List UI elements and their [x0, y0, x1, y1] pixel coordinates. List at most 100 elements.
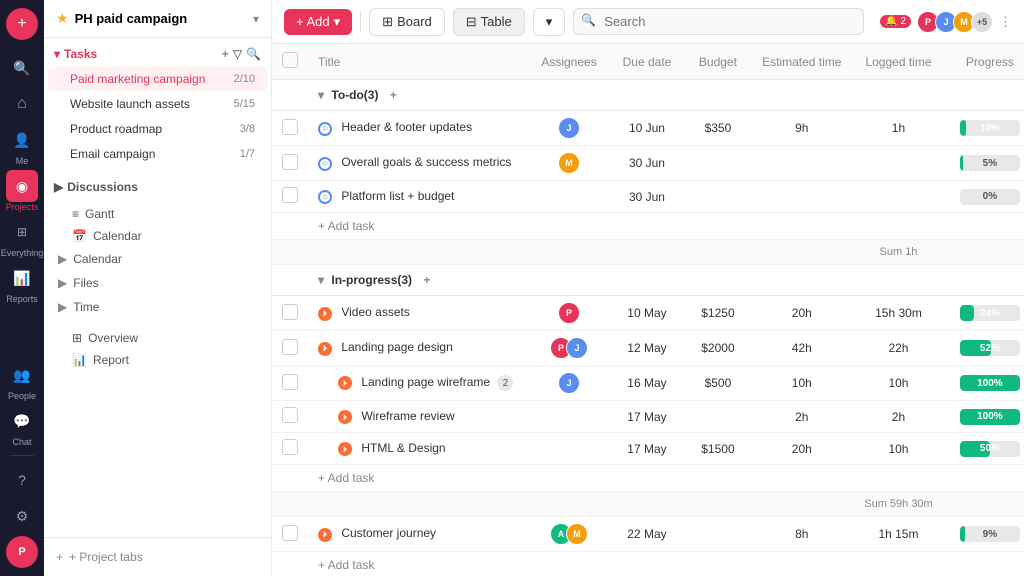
- nav-search[interactable]: 🔍: [6, 52, 38, 84]
- task-progress: 100%: [945, 401, 1024, 433]
- table-row: ⏵ Customer journey A M 22 May 8h 1h 15m: [272, 517, 1024, 552]
- todo-group-toggle[interactable]: ▾: [318, 88, 324, 102]
- task-title[interactable]: ⏵ Video assets: [308, 296, 528, 331]
- task-title[interactable]: ⏵ Wireframe review: [308, 401, 528, 433]
- sidebar-gantt[interactable]: ≡ Gantt: [44, 203, 271, 225]
- nav-everything[interactable]: ⊞ Everything: [1, 216, 44, 258]
- sidebar-overview[interactable]: ⊞ Overview: [44, 327, 271, 349]
- nav-home[interactable]: ⌂: [6, 88, 38, 120]
- task-title[interactable]: ○ Platform list + budget: [308, 181, 528, 213]
- row-checkbox[interactable]: [282, 187, 298, 203]
- inprogress-add-task-row[interactable]: + Add task: [272, 465, 1024, 492]
- avatar-more[interactable]: +5: [971, 11, 993, 33]
- inprogress-group-add[interactable]: +: [423, 273, 430, 287]
- nav-projects[interactable]: ◉ Projects: [6, 170, 39, 212]
- todo-icon: ○: [318, 190, 332, 204]
- notification-badge[interactable]: 🔔 2: [880, 15, 911, 28]
- overview-icon: ⊞: [72, 331, 82, 345]
- task-budget: [684, 181, 752, 213]
- inprogress-group-toggle[interactable]: ▾: [318, 273, 324, 287]
- task-budget: [684, 146, 752, 181]
- search-wrap: [573, 8, 864, 35]
- nav-chat[interactable]: 💬 Chat: [6, 405, 38, 447]
- sidebar-tasks-header[interactable]: ▾ Tasks + ▽ 🔍: [44, 42, 271, 66]
- sidebar-files[interactable]: ▶ Files: [44, 271, 271, 295]
- row-checkbox[interactable]: [282, 154, 298, 170]
- task-logged-time: 1h 15m: [852, 517, 946, 552]
- filter-icon[interactable]: ▽: [233, 47, 242, 61]
- add-project-tabs-button[interactable]: + + Project tabs: [56, 546, 259, 568]
- nav-people[interactable]: 👥 People: [6, 359, 38, 401]
- add-task-icon[interactable]: +: [222, 47, 229, 61]
- search-input[interactable]: [573, 8, 864, 35]
- sidebar-time[interactable]: ▶ Time: [44, 295, 271, 319]
- todo-group-add[interactable]: +: [390, 88, 397, 102]
- row-checkbox[interactable]: [282, 119, 298, 135]
- inprogress-group-label: In-progress(3): [331, 273, 412, 287]
- task-title[interactable]: ○ Header & footer updates: [308, 111, 528, 146]
- sidebar-item-product-roadmap[interactable]: Product roadmap 3/8: [48, 117, 267, 141]
- time-collapse-icon: ▶: [58, 300, 67, 314]
- sidebar-report[interactable]: 📊 Report: [44, 349, 271, 371]
- add-tabs-label: + Project tabs: [69, 550, 143, 564]
- inprogress-sum: Sum 59h 30m: [852, 492, 946, 517]
- board-icon: ⊞: [382, 14, 393, 30]
- board-view-button[interactable]: ⊞ Board: [369, 8, 445, 36]
- row-checkbox[interactable]: [282, 339, 298, 355]
- search-tasks-icon[interactable]: 🔍: [246, 47, 261, 61]
- top-bar: + Add ▾ ⊞ Board ⊟ Table ▾ 🔔 2 P J M +5 ⋮: [272, 0, 1024, 44]
- task-est-time: 9h: [752, 111, 852, 146]
- row-checkbox[interactable]: [282, 439, 298, 455]
- col-title: Title: [308, 44, 528, 80]
- inprogress-sum-row: Sum 59h 30m: [272, 492, 1024, 517]
- task-title[interactable]: ⏵ Landing page design: [308, 331, 528, 366]
- row-checkbox[interactable]: [282, 525, 298, 541]
- sidebar-item-email-campaign[interactable]: Email campaign 1/7: [48, 142, 267, 166]
- task-title[interactable]: ⏵ Customer journey: [308, 517, 528, 552]
- nav-avatar[interactable]: P: [6, 536, 38, 568]
- add-button[interactable]: + Add ▾: [284, 9, 352, 35]
- task-due-date: 30 Jun: [610, 146, 684, 181]
- sidebar-item-website-launch[interactable]: Website launch assets 5/15: [48, 92, 267, 116]
- table-row: ⏵ Landing page design P J 12 May $2000 4…: [272, 331, 1024, 366]
- sidebar-discussions-header[interactable]: ▶ Discussions: [44, 175, 271, 199]
- gantt-label: Gantt: [85, 207, 114, 221]
- tasks-actions: + ▽ 🔍: [222, 47, 261, 61]
- add-tabs-icon: +: [56, 550, 63, 564]
- nav-help[interactable]: ?: [6, 464, 38, 496]
- col-assignees: Assignees: [528, 44, 610, 80]
- report-label: Report: [93, 353, 129, 367]
- nav-reports[interactable]: 📊 Reports: [6, 262, 38, 304]
- sidebar-notes[interactable]: ▶ Calendar: [44, 247, 271, 271]
- sidebar-project-header[interactable]: ★ PH paid campaign ▾: [44, 0, 271, 38]
- group-inprogress: ▾ In-progress(3) +: [272, 265, 1024, 296]
- task-title[interactable]: ⏵ HTML & Design: [308, 433, 528, 465]
- files-label: Files: [73, 276, 98, 290]
- customer-journey-add-task-row[interactable]: + Add task: [272, 552, 1024, 576]
- col-due-date: Due date: [610, 44, 684, 80]
- row-checkbox[interactable]: [282, 374, 298, 390]
- todo-add-task-row[interactable]: + Add task: [272, 213, 1024, 240]
- sidebar-calendar[interactable]: 📅 Calendar: [44, 225, 271, 247]
- chevron-down-icon: ▾: [253, 12, 259, 26]
- task-title[interactable]: ⏵ Landing page wireframe 2: [308, 366, 528, 401]
- task-due-date: 16 May: [610, 366, 684, 401]
- task-progress: 9%: [945, 517, 1024, 552]
- table-view-button[interactable]: ⊟ Table: [453, 8, 525, 36]
- sidebar-item-paid-marketing[interactable]: Paid marketing campaign 2/10: [48, 67, 267, 91]
- global-add-button[interactable]: +: [6, 8, 38, 40]
- nav-settings[interactable]: ⚙: [6, 500, 38, 532]
- todo-sum-row: Sum 1h: [272, 240, 1024, 265]
- more-views-button[interactable]: ▾: [533, 8, 566, 36]
- row-checkbox[interactable]: [282, 407, 298, 423]
- add-dropdown-icon: ▾: [334, 14, 341, 30]
- row-checkbox[interactable]: [282, 304, 298, 320]
- task-title[interactable]: ○ Overall goals & success metrics: [308, 146, 528, 181]
- nav-me[interactable]: 👤 Me: [6, 124, 38, 166]
- more-options-icon[interactable]: ⋮: [999, 14, 1012, 30]
- select-all-checkbox[interactable]: [282, 52, 298, 68]
- task-assignees: J: [528, 111, 610, 146]
- task-assignees: M: [528, 146, 610, 181]
- sidebar-item-label: Paid marketing campaign: [70, 72, 228, 86]
- sidebar-item-count: 1/7: [240, 148, 255, 160]
